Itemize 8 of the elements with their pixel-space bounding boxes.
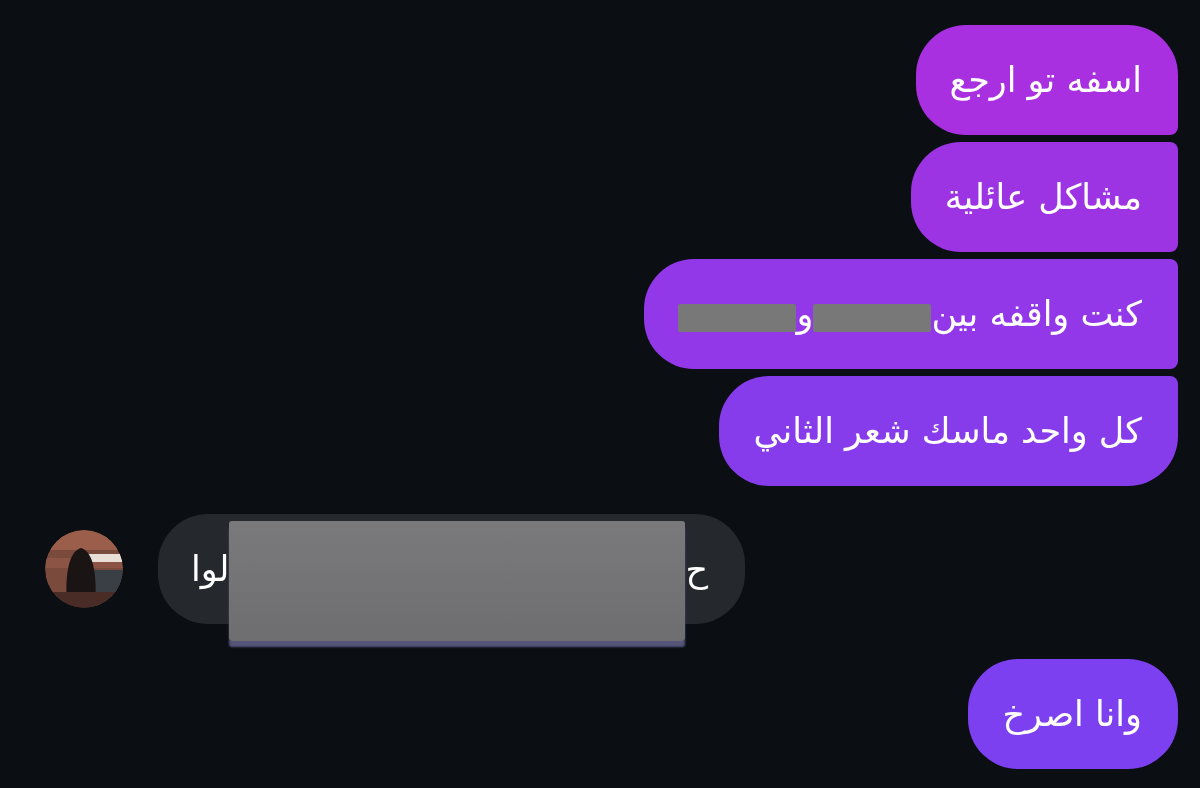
message-text: كنت واقفه بين <box>931 292 1142 337</box>
message-text: مشاكل عائلية <box>944 175 1142 219</box>
message-text: اسفه تو ارجع <box>949 58 1142 103</box>
message-text: و <box>796 292 814 337</box>
message-text: كل واحد ماسك شعر الثاني <box>753 409 1142 454</box>
message-text: لوا <box>191 547 230 592</box>
message-text: ح <box>685 547 709 592</box>
message-text: وانا اصرخ <box>1002 692 1142 737</box>
